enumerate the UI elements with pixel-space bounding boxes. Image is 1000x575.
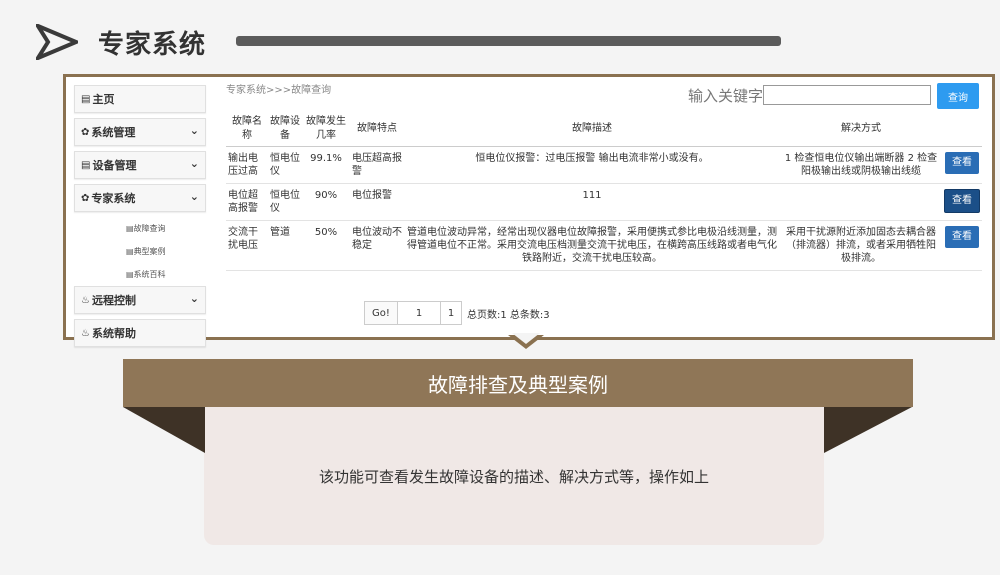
query-button[interactable]: 查询 — [937, 83, 979, 109]
frame-pointer-inner — [512, 333, 540, 344]
column-header: 故障名称 — [226, 112, 268, 147]
sidebar-item-label: 系统管理 — [91, 126, 136, 139]
column-header: 解决方式 — [780, 112, 942, 147]
home-icon: ▤ — [81, 93, 91, 105]
fault-feature: 电位波动不稳定 — [350, 220, 404, 271]
sidebar-subitem-typical-cases[interactable]: ▤ 典型案例 — [74, 240, 206, 263]
fault-description: 111 — [404, 183, 780, 221]
page-number-input[interactable]: 1 — [398, 301, 441, 325]
fault-rate: 90% — [302, 183, 350, 221]
sidebar-item-label: 主页 — [92, 93, 115, 106]
feature-description: 该功能可查看发生故障设备的描述、解决方式等，操作如上 — [318, 468, 709, 486]
pagination: Go! 1 1 总页数:1 总条数:3 — [364, 301, 550, 325]
chevron-down-icon: ⌄ — [189, 292, 199, 305]
view-button[interactable]: 查看 — [945, 226, 979, 248]
screenshot-frame: ▤ 主页 ✿ 系统管理 ⌄ ▤ 设备管理 ⌄ ✿ 专家系统 ⌄ ▤ 故障查询 ▤ 典… — [63, 74, 995, 347]
sidebar-item-system-management[interactable]: ✿ 系统管理 ⌄ — [74, 118, 206, 146]
banner-fold-right — [824, 407, 912, 453]
list-icon: ▤ — [126, 247, 134, 256]
fault-solution — [780, 183, 942, 221]
header: 专家系统 — [0, 0, 1000, 75]
search-label: 输入关键字 — [688, 87, 764, 105]
column-header: 故障特点 — [350, 112, 404, 147]
table-row: 输出电压过高 恒电位仪 99.1% 电压超高报警 恒电位仪报警：过电压报警 输出… — [226, 146, 982, 184]
sidebar-item-home[interactable]: ▤ 主页 — [74, 85, 206, 113]
sidebar: ▤ 主页 ✿ 系统管理 ⌄ ▤ 设备管理 ⌄ ✿ 专家系统 ⌄ ▤ 故障查询 ▤ 典… — [74, 85, 206, 352]
list-icon: ▤ — [126, 270, 134, 279]
chevron-down-icon: ⌄ — [189, 190, 199, 203]
gear-icon: ✿ — [81, 126, 90, 138]
chevron-down-icon: ⌄ — [189, 157, 199, 170]
table-row: 交流干扰电压 管道 50% 电位波动不稳定 管道电位波动异常，经常出现仪器电位故… — [226, 220, 982, 271]
fault-solution: 1 检查恒电位仪输出端断器 2 检查阳极输出线或阴极输出线缆 — [780, 146, 942, 184]
sidebar-subitem-encyclopedia[interactable]: ▤ 系统百科 — [74, 263, 206, 286]
view-button[interactable]: 查看 — [944, 189, 980, 213]
sidebar-item-expert-system[interactable]: ✿ 专家系统 ⌄ — [74, 184, 206, 212]
fault-description: 恒电位仪报警：过电压报警 输出电流非常小或没有。 — [404, 146, 780, 184]
fault-name: 交流干扰电压 — [226, 220, 268, 271]
chevron-down-icon: ⌄ — [189, 124, 199, 137]
sidebar-item-label: 远程控制 — [91, 294, 136, 307]
fault-feature: 电压超高报警 — [350, 146, 404, 184]
column-header — [942, 112, 982, 147]
device-icon: ▤ — [81, 159, 91, 171]
column-header: 故障描述 — [404, 112, 780, 147]
breadcrumb: 专家系统>>>故障查询 — [226, 85, 332, 96]
column-header: 故障设备 — [268, 112, 302, 147]
banner-fold-left — [123, 407, 205, 453]
fault-device: 管道 — [268, 220, 302, 271]
sidebar-item-device-management[interactable]: ▤ 设备管理 ⌄ — [74, 151, 206, 179]
pagination-info: 总页数:1 总条数:3 — [467, 309, 550, 321]
search-input[interactable] — [763, 85, 931, 105]
fault-rate: 50% — [302, 220, 350, 271]
fault-device: 恒电位仪 — [268, 183, 302, 221]
fault-solution: 采用干扰源附近添加固态去耦合器（排流器）排流，或者采用牺牲阳极排流。 — [780, 220, 942, 271]
current-page-button[interactable]: 1 — [441, 301, 462, 325]
sidebar-subitem-fault-query[interactable]: ▤ 故障查询 — [74, 217, 206, 240]
sidebar-item-label: 系统帮助 — [91, 327, 136, 340]
fault-device: 恒电位仪 — [268, 146, 302, 184]
title-divider-bar — [236, 36, 781, 46]
sidebar-item-label: 专家系统 — [91, 192, 136, 205]
fault-feature: 电位报警 — [350, 183, 404, 221]
gear-icon: ✿ — [81, 192, 90, 204]
fault-name: 电位超高报警 — [226, 183, 268, 221]
list-icon: ▤ — [126, 224, 134, 233]
fault-name: 输出电压过高 — [226, 146, 268, 184]
table-row: 电位超高报警 恒电位仪 90% 电位报警 111 查看 — [226, 183, 982, 221]
go-button[interactable]: Go! — [364, 301, 398, 325]
section-banner: 故障排查及典型案例 — [123, 359, 913, 407]
sidebar-item-remote-control[interactable]: ♨ 远程控制 ⌄ — [74, 286, 206, 314]
view-button[interactable]: 查看 — [945, 152, 979, 174]
fire-icon: ♨ — [81, 327, 90, 339]
fault-rate: 99.1% — [302, 146, 350, 184]
fire-icon: ♨ — [81, 294, 90, 306]
paper-plane-icon — [36, 24, 78, 60]
column-header: 故障发生几率 — [302, 112, 350, 147]
sidebar-item-system-help[interactable]: ♨ 系统帮助 — [74, 319, 206, 347]
fault-table: 故障名称 故障设备 故障发生几率 故障特点 故障描述 解决方式 输出电压过高 恒… — [226, 112, 982, 271]
sidebar-item-label: 设备管理 — [92, 159, 137, 172]
table-header-row: 故障名称 故障设备 故障发生几率 故障特点 故障描述 解决方式 — [226, 112, 982, 147]
page-title: 专家系统 — [98, 30, 207, 60]
fault-description: 管道电位波动异常，经常出现仪器电位故障报警，采用便携式参比电极沿线测量，测得管道… — [404, 220, 780, 271]
